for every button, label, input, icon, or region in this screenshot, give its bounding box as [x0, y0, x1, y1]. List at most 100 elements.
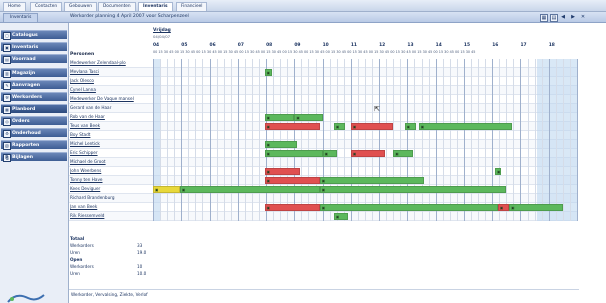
grid-line: [386, 59, 388, 221]
breadcrumb[interactable]: Inventaris: [3, 13, 39, 23]
work-order-bar[interactable]: ▣: [319, 204, 498, 211]
sidebar-item-onderhoud[interactable]: ⚙ Onderhoud: [1, 128, 67, 138]
sidebar-item-catalogus[interactable]: ▢ Catalogus: [1, 30, 67, 40]
title-bar: Inventaris Werkorder planning 4 April 20…: [0, 12, 606, 23]
grid-line: [414, 59, 416, 221]
hour-label: 17: [520, 43, 527, 48]
work-order-icon: ▣: [321, 206, 326, 210]
grid-line: [266, 59, 268, 221]
work-order-bar[interactable]: ▣: [264, 150, 323, 157]
person-name[interactable]: Kees Deviguer: [70, 185, 152, 193]
work-order-bar[interactable]: ▣: [393, 150, 414, 157]
close-icon[interactable]: ✕: [580, 14, 586, 20]
calendar-icon[interactable]: ▦: [540, 14, 548, 22]
back-icon[interactable]: ◀: [560, 14, 566, 20]
work-order-bar[interactable]: ▣: [264, 204, 320, 211]
top-navigation: Home Contacten Gebouwen Documenten Inven…: [0, 0, 606, 12]
forward-icon[interactable]: ▶: [570, 14, 576, 20]
work-order-bar[interactable]: ▣: [153, 186, 180, 193]
sidebar-item-rapporten[interactable]: ▧ Rapporten: [1, 140, 67, 150]
grid-line: [527, 59, 529, 221]
person-name[interactable]: Jan van Beek: [70, 203, 152, 211]
person-name[interactable]: Tonny ten Have: [70, 176, 152, 184]
sidebar-item-label: Werkorders: [12, 95, 43, 100]
grid-line: [244, 59, 246, 221]
work-order-bar[interactable]: ▣: [264, 168, 300, 175]
person-name[interactable]: Jack Olesco: [70, 77, 152, 85]
hour-label: 11: [350, 43, 357, 48]
work-order-icon: ▣: [296, 116, 300, 120]
section-title-persons: Personen: [70, 52, 95, 57]
work-order-bar[interactable]: ▣: [495, 168, 501, 175]
grid-line: [188, 59, 190, 221]
work-order-bar[interactable]: ▣: [264, 177, 320, 184]
hour-label: 07: [237, 43, 244, 48]
work-order-bar[interactable]: ▣: [497, 204, 510, 211]
work-order-bar[interactable]: ▣: [319, 186, 507, 193]
person-name[interactable]: Rob van de Haar: [70, 113, 152, 121]
inventory-icon: ▣: [3, 44, 11, 52]
work-order-bar[interactable]: ▣: [264, 123, 320, 130]
grid-line: [195, 59, 197, 221]
work-order-bar[interactable]: ▣: [264, 141, 298, 148]
person-name[interactable]: Michel Lentick: [70, 140, 152, 148]
work-order-bar[interactable]: ▣: [350, 123, 394, 130]
work-order-icon: ▣: [266, 179, 271, 183]
workorders-icon: ⚒: [3, 94, 11, 102]
tab-home[interactable]: Home: [3, 2, 26, 11]
work-order-bar[interactable]: ▣: [322, 150, 337, 157]
sidebar-item-magazijn[interactable]: ▥ Magazijn: [1, 68, 67, 78]
work-order-bar[interactable]: ▣: [333, 213, 349, 220]
person-name[interactable]: Rik Riessemveld: [70, 212, 152, 220]
grid-line: [322, 59, 324, 221]
person-name[interactable]: Boy Stadt: [70, 131, 152, 139]
work-order-bar[interactable]: ▣: [418, 123, 512, 130]
work-order-bar[interactable]: ▣: [264, 114, 295, 121]
person-name[interactable]: John Weerbens: [70, 167, 152, 175]
work-order-bar[interactable]: ▣: [294, 114, 323, 121]
grid-line: [273, 59, 275, 221]
work-order-bar[interactable]: ▣: [319, 177, 425, 184]
tab-documenten[interactable]: Documenten: [98, 2, 136, 11]
sidebar-item-aanvragen[interactable]: ✎ Aanvragen: [1, 80, 67, 90]
grid-line: [407, 59, 409, 221]
work-order-icon: ▣: [499, 206, 504, 210]
work-order-bar[interactable]: ▣: [350, 150, 385, 157]
sidebar-item-bijlagen[interactable]: ⎘ Bijlagen: [1, 152, 67, 162]
person-name[interactable]: Mevlana Tasci: [70, 68, 152, 76]
work-order-bar[interactable]: ▣: [333, 123, 346, 130]
grid-line: [251, 59, 253, 221]
person-name[interactable]: Medewerker Zelendaal-plo: [70, 59, 152, 67]
work-order-icon: ▣: [335, 215, 340, 219]
work-order-bar[interactable]: ▣: [404, 123, 416, 130]
day-label[interactable]: Vrijdag: [153, 28, 171, 33]
grid-line: [216, 59, 218, 221]
sidebar-item-inventaris[interactable]: ▣ Inventaris: [1, 42, 67, 52]
work-order-bar[interactable]: ▣: [509, 204, 563, 211]
work-order-icon: ▣: [321, 179, 326, 183]
grid-icon[interactable]: ▤: [550, 14, 558, 22]
day-date: 04/04/07: [153, 34, 171, 39]
work-order-icon: ▣: [335, 125, 340, 129]
grid-line: [463, 59, 465, 221]
person-name[interactable]: Michael de Groot: [70, 158, 152, 166]
tab-contacten[interactable]: Contacten: [30, 2, 63, 11]
grid-line: [153, 59, 154, 221]
sidebar-item-orders[interactable]: ◎ Orders: [1, 116, 67, 126]
sidebar-item-planbord[interactable]: ▦ Planbord: [1, 104, 67, 114]
person-name: Gerard van de Haar: [70, 105, 112, 110]
tab-gebouwen[interactable]: Gebouwen: [64, 2, 97, 11]
page-title: Werkorder planning 4 April 2007 voor Sch…: [70, 14, 189, 19]
tab-financieel[interactable]: Financieel: [176, 2, 208, 11]
sidebar-item-werkorders[interactable]: ⚒ Werkorders: [1, 92, 67, 102]
tab-inventaris[interactable]: Inventaris: [138, 2, 173, 11]
work-order-bar[interactable]: ▣: [179, 186, 320, 193]
planboard-icon: ▦: [3, 106, 11, 114]
grid-line: [357, 59, 359, 221]
person-name[interactable]: Eric Schipper: [70, 149, 152, 157]
person-name[interactable]: Medewerker De Vaque mansel: [70, 95, 152, 103]
sidebar-item-voorraad[interactable]: ▤ Voorraad: [1, 54, 67, 64]
person-name[interactable]: Teus van Beek: [70, 122, 152, 130]
work-order-bar[interactable]: ▣: [264, 69, 272, 76]
person-name[interactable]: Cynel Lanna: [70, 86, 152, 94]
